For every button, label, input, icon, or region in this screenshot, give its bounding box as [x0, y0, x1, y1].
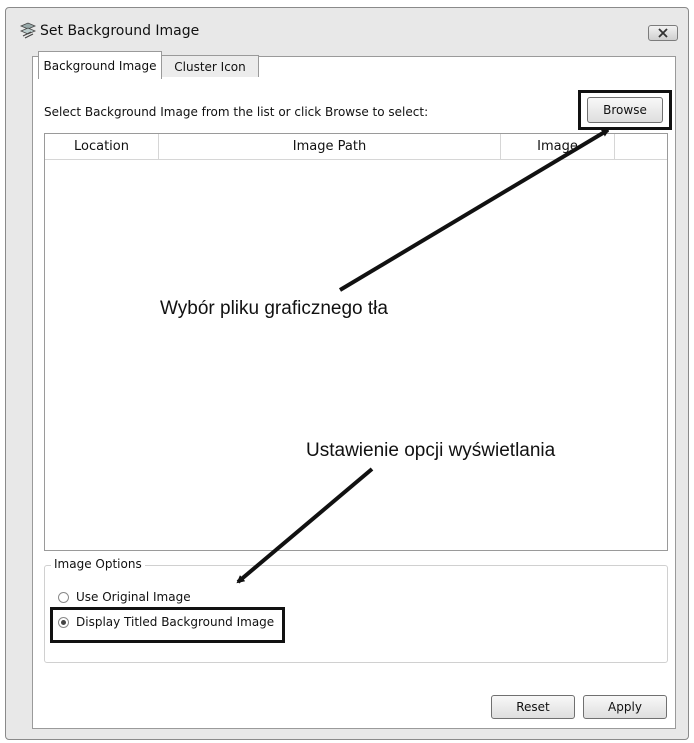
radio-label-use-original: Use Original Image	[76, 590, 191, 604]
annotation-options-note: Ustawienie opcji wyświetlania	[306, 440, 556, 461]
close-icon	[658, 28, 668, 38]
display-tiled-background-option[interactable]: Display Titled Background Image	[58, 615, 274, 629]
close-button[interactable]	[648, 25, 678, 41]
annotation-browse-note: Wybór pliku graficznego tła	[160, 298, 388, 319]
tab-cluster-icon[interactable]: Cluster Icon	[161, 55, 259, 77]
use-original-image-option[interactable]: Use Original Image	[58, 590, 191, 604]
image-options-label: Image Options	[51, 557, 145, 571]
tab-page: Background Image Cluster Icon Select Bac…	[32, 51, 676, 729]
image-options-group: Image Options Use Original Image Display…	[44, 557, 668, 663]
column-header-image[interactable]: Image	[501, 134, 615, 159]
column-header-image-path[interactable]: Image Path	[159, 134, 501, 159]
image-list[interactable]: Location Image Path Image	[44, 133, 668, 551]
title-bar: Set Background Image	[6, 8, 688, 42]
window-title: Set Background Image	[40, 23, 200, 39]
radio-label-display-tiled: Display Titled Background Image	[76, 615, 275, 629]
tab-background-image[interactable]: Background Image	[38, 51, 162, 79]
background-image-icon	[19, 22, 37, 40]
reset-button[interactable]: Reset	[491, 695, 575, 719]
apply-button[interactable]: Apply	[583, 695, 667, 719]
radio-display-tiled[interactable]	[58, 616, 69, 628]
radio-use-original[interactable]	[58, 591, 69, 603]
list-header: Location Image Path Image	[45, 134, 667, 160]
column-header-location[interactable]: Location	[45, 134, 159, 159]
dialog-window: Set Background Image Background Image Cl…	[5, 7, 689, 740]
browse-button[interactable]: Browse	[587, 97, 663, 123]
instructions-text: Select Background Image from the list or…	[44, 105, 429, 119]
